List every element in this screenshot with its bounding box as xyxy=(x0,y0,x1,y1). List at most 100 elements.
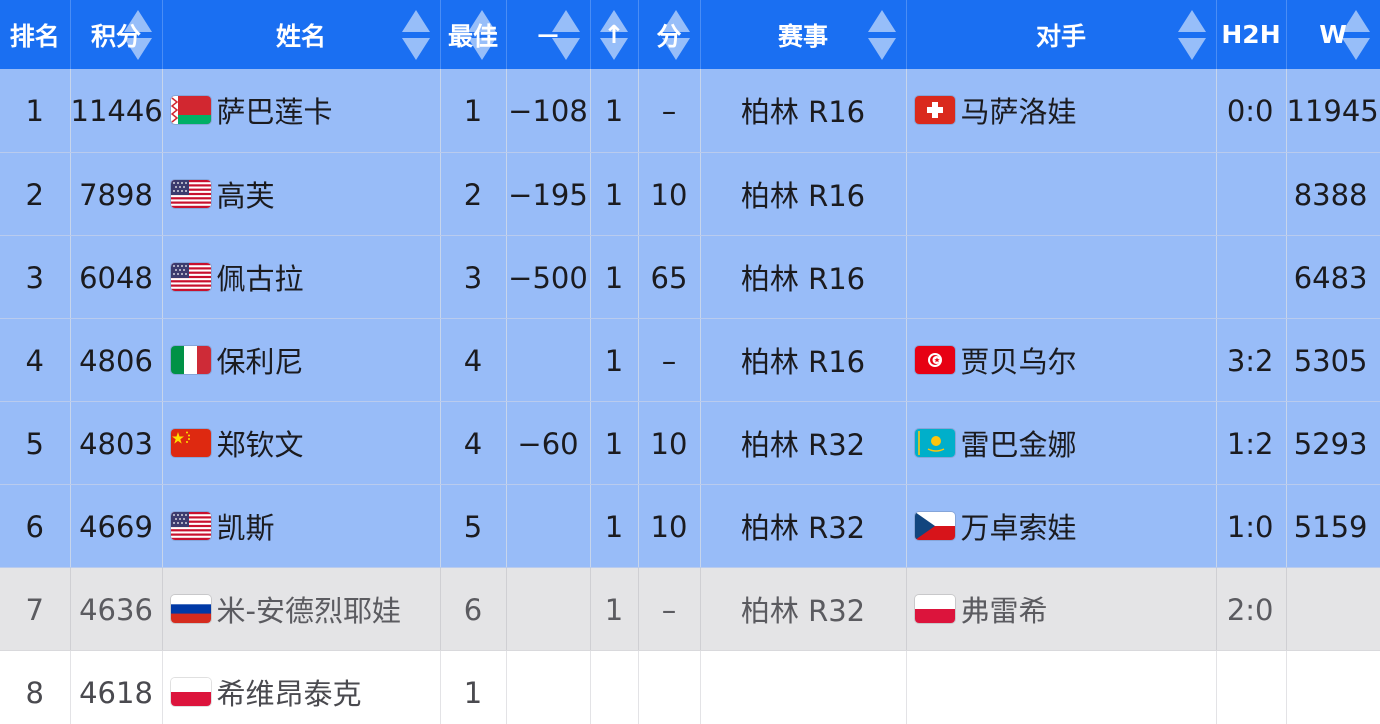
column-header-arrow[interactable]: ↑ xyxy=(590,0,639,69)
column-header-w[interactable]: W xyxy=(1286,0,1380,69)
h2h-cell xyxy=(1216,650,1287,724)
w-cell-text: 11945 xyxy=(1286,94,1379,129)
event-cell: 柏林 R16 xyxy=(700,69,907,153)
table-row[interactable]: 1 11446 萨巴莲卡 1 −108 1 – 柏林 R16 马萨洛娃 0:0 11945 xyxy=(0,69,1380,153)
table-row[interactable]: 3 6048 佩古拉 3 −500 1 65 柏林 R16 6483 xyxy=(0,235,1380,319)
best-cell: 2 xyxy=(440,152,507,236)
player-name-cell: 郑钦文 xyxy=(162,401,441,485)
h2h-cell: 2:0 xyxy=(1216,567,1287,651)
h2h-cell: 1:0 xyxy=(1216,484,1287,568)
opponent-cell: 贾贝乌尔 xyxy=(906,318,1217,402)
italy-flag-icon xyxy=(170,345,211,374)
column-header-event[interactable]: 赛事 xyxy=(700,0,907,69)
rank-cell-text: 3 xyxy=(25,260,44,295)
points-cell: 4618 xyxy=(70,650,163,724)
rank-cell: 7 xyxy=(0,567,71,651)
arrow-cell: 1 xyxy=(590,69,639,153)
player-name-cell-text: 高芙 xyxy=(216,178,275,213)
best-cell: 4 xyxy=(440,318,507,402)
w-cell-text: 5293 xyxy=(1293,426,1368,461)
rank-cell-text: 5 xyxy=(25,426,44,461)
sort-arrows-icon[interactable] xyxy=(1177,9,1206,60)
rank-cell-text: 7 xyxy=(25,592,44,627)
player-name-cell: 萨巴莲卡 xyxy=(162,69,441,153)
best-cell: 1 xyxy=(440,650,507,724)
score-cell: 10 xyxy=(638,484,701,568)
score-cell: – xyxy=(638,69,701,153)
column-header-name[interactable]: 姓名 xyxy=(162,0,441,69)
opponent-cell: 马萨洛娃 xyxy=(906,69,1217,153)
arrow-cell: 1 xyxy=(590,484,639,568)
column-header-change[interactable]: － xyxy=(506,0,591,69)
table-body: 1 11446 萨巴莲卡 1 −108 1– 柏林 R16 马萨洛娃 0:0 11945 2 7898… xyxy=(0,69,1380,724)
sort-arrows-icon[interactable] xyxy=(867,9,896,60)
w-cell: 11945 xyxy=(1286,69,1380,153)
russia-flag-icon xyxy=(170,594,211,623)
column-header-label: 排名 xyxy=(9,21,60,51)
column-header-rank: 排名 xyxy=(0,0,71,69)
poland-flag-icon xyxy=(170,677,211,706)
score-cell-text: 10 xyxy=(650,177,688,212)
event-cell: 柏林 R32 xyxy=(700,401,907,485)
score-cell: – xyxy=(638,318,701,402)
opponent-cell xyxy=(906,650,1217,724)
table-row[interactable]: 5 4803 郑钦文 4 −60 1 10 柏林 R32 雷巴金娜 1:2 5293 xyxy=(0,401,1380,485)
opponent-cell-text: 雷巴金娜 xyxy=(960,427,1077,462)
column-header-label: 积分 xyxy=(90,21,141,51)
opponent-cell xyxy=(906,235,1217,319)
w-cell: 5159 xyxy=(1286,484,1380,568)
w-cell: 5305 xyxy=(1286,318,1380,402)
rank-cell: 1 xyxy=(0,69,71,153)
table-row[interactable]: 7 4636 米-安德烈耶娃 6 1 – 柏林 R32 弗雷希 2:0 xyxy=(0,567,1380,651)
change-cell: −195 xyxy=(506,152,591,236)
table-row[interactable]: 8 4618 希维昂泰克 1 xyxy=(0,650,1380,724)
table-row[interactable]: 4 4806 保利尼 4 1 – 柏林 R16 贾贝乌尔 3:2 5305 xyxy=(0,318,1380,402)
points-cell: 4636 xyxy=(70,567,163,651)
opponent-cell xyxy=(906,152,1217,236)
usa-flag-icon xyxy=(170,179,211,208)
player-name-cell: 凯斯 xyxy=(162,484,441,568)
column-header-opponent[interactable]: 对手 xyxy=(906,0,1217,69)
event-cell: 柏林 R32 xyxy=(700,484,907,568)
w-cell xyxy=(1286,650,1380,724)
event-cell-text: 柏林 R16 xyxy=(740,178,866,213)
event-cell-text: 柏林 R32 xyxy=(740,427,866,462)
h2h-cell-text: 1:2 xyxy=(1226,426,1274,461)
points-cell: 4806 xyxy=(70,318,163,402)
sort-arrows-icon[interactable] xyxy=(401,9,430,60)
player-name-cell: 高芙 xyxy=(162,152,441,236)
column-header-label: W xyxy=(1319,20,1347,49)
points-cell: 7898 xyxy=(70,152,163,236)
column-header-label: 分 xyxy=(656,21,682,51)
change-cell-text: −500 xyxy=(508,260,588,295)
rank-cell-text: 2 xyxy=(25,177,44,212)
points-cell-text: 4636 xyxy=(79,592,153,627)
column-header-label: 赛事 xyxy=(777,21,828,51)
arrow-cell: 1 xyxy=(590,567,639,651)
column-header-h2h: H2H xyxy=(1216,0,1287,69)
best-cell-text: 2 xyxy=(463,177,483,212)
column-header-label: ↑ xyxy=(603,20,625,49)
best-cell-text: 4 xyxy=(463,426,483,461)
best-cell-text: 5 xyxy=(463,509,483,544)
column-header-points[interactable]: 积分 xyxy=(70,0,163,69)
change-cell-text: −195 xyxy=(508,177,588,212)
table-row[interactable]: 6 4669 凯斯 5 1 10 柏林 R32 万卓索娃 1:0 5159 xyxy=(0,484,1380,568)
h2h-cell-text: 3:2 xyxy=(1226,343,1274,378)
china-flag-icon xyxy=(170,428,211,457)
column-header-score[interactable]: 分 xyxy=(638,0,701,69)
table-row[interactable]: 2 7898 高芙 2 −195 1 10 柏林 R16 8388 xyxy=(0,152,1380,236)
change-cell xyxy=(506,650,591,724)
column-header-label: － xyxy=(535,21,561,51)
w-cell-text: 5159 xyxy=(1293,509,1368,544)
column-header-best[interactable]: 最佳 xyxy=(440,0,507,69)
score-cell-text: 10 xyxy=(650,426,688,461)
opponent-cell-text: 马萨洛娃 xyxy=(960,95,1077,130)
score-cell-text: – xyxy=(661,94,677,129)
best-cell-text: 1 xyxy=(463,94,483,129)
event-cell-text: 柏林 R16 xyxy=(740,344,866,379)
opponent-cell-text: 弗雷希 xyxy=(960,593,1048,628)
h2h-cell: 3:2 xyxy=(1216,318,1287,402)
w-cell: 5293 xyxy=(1286,401,1380,485)
score-cell: 10 xyxy=(638,401,701,485)
